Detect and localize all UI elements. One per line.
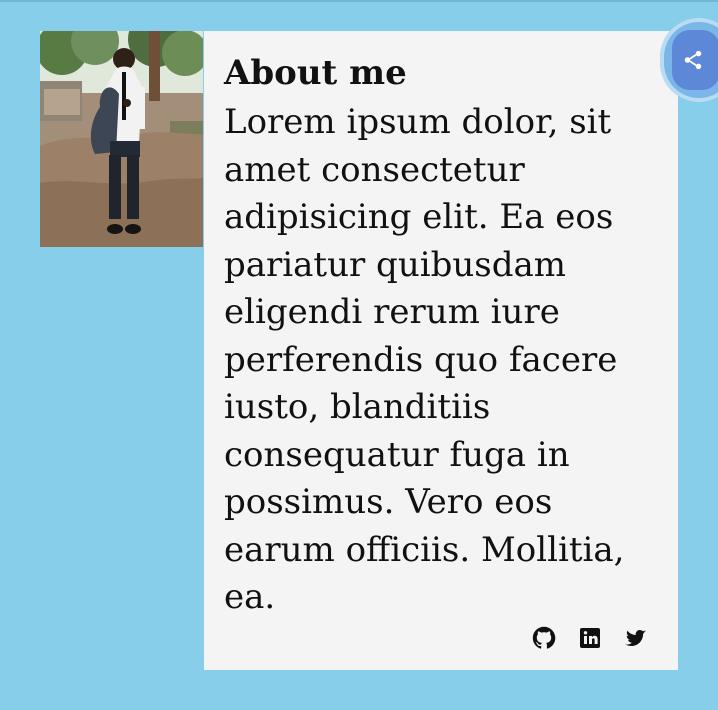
github-icon [532, 626, 556, 649]
profile-photo [40, 31, 203, 247]
social-links [532, 626, 648, 650]
twitter-icon [625, 629, 646, 647]
about-description: Lorem ipsum dolor, sit amet consectetur … [224, 102, 625, 617]
top-divider [0, 0, 718, 2]
share-icon [684, 50, 702, 70]
about-title: About me [224, 53, 407, 93]
about-card: About me Lorem ipsum dolor, sit amet con… [204, 31, 678, 670]
linkedin-icon [580, 628, 600, 648]
twitter-link[interactable] [624, 626, 648, 650]
github-link[interactable] [532, 626, 556, 650]
linkedin-link[interactable] [578, 626, 602, 650]
